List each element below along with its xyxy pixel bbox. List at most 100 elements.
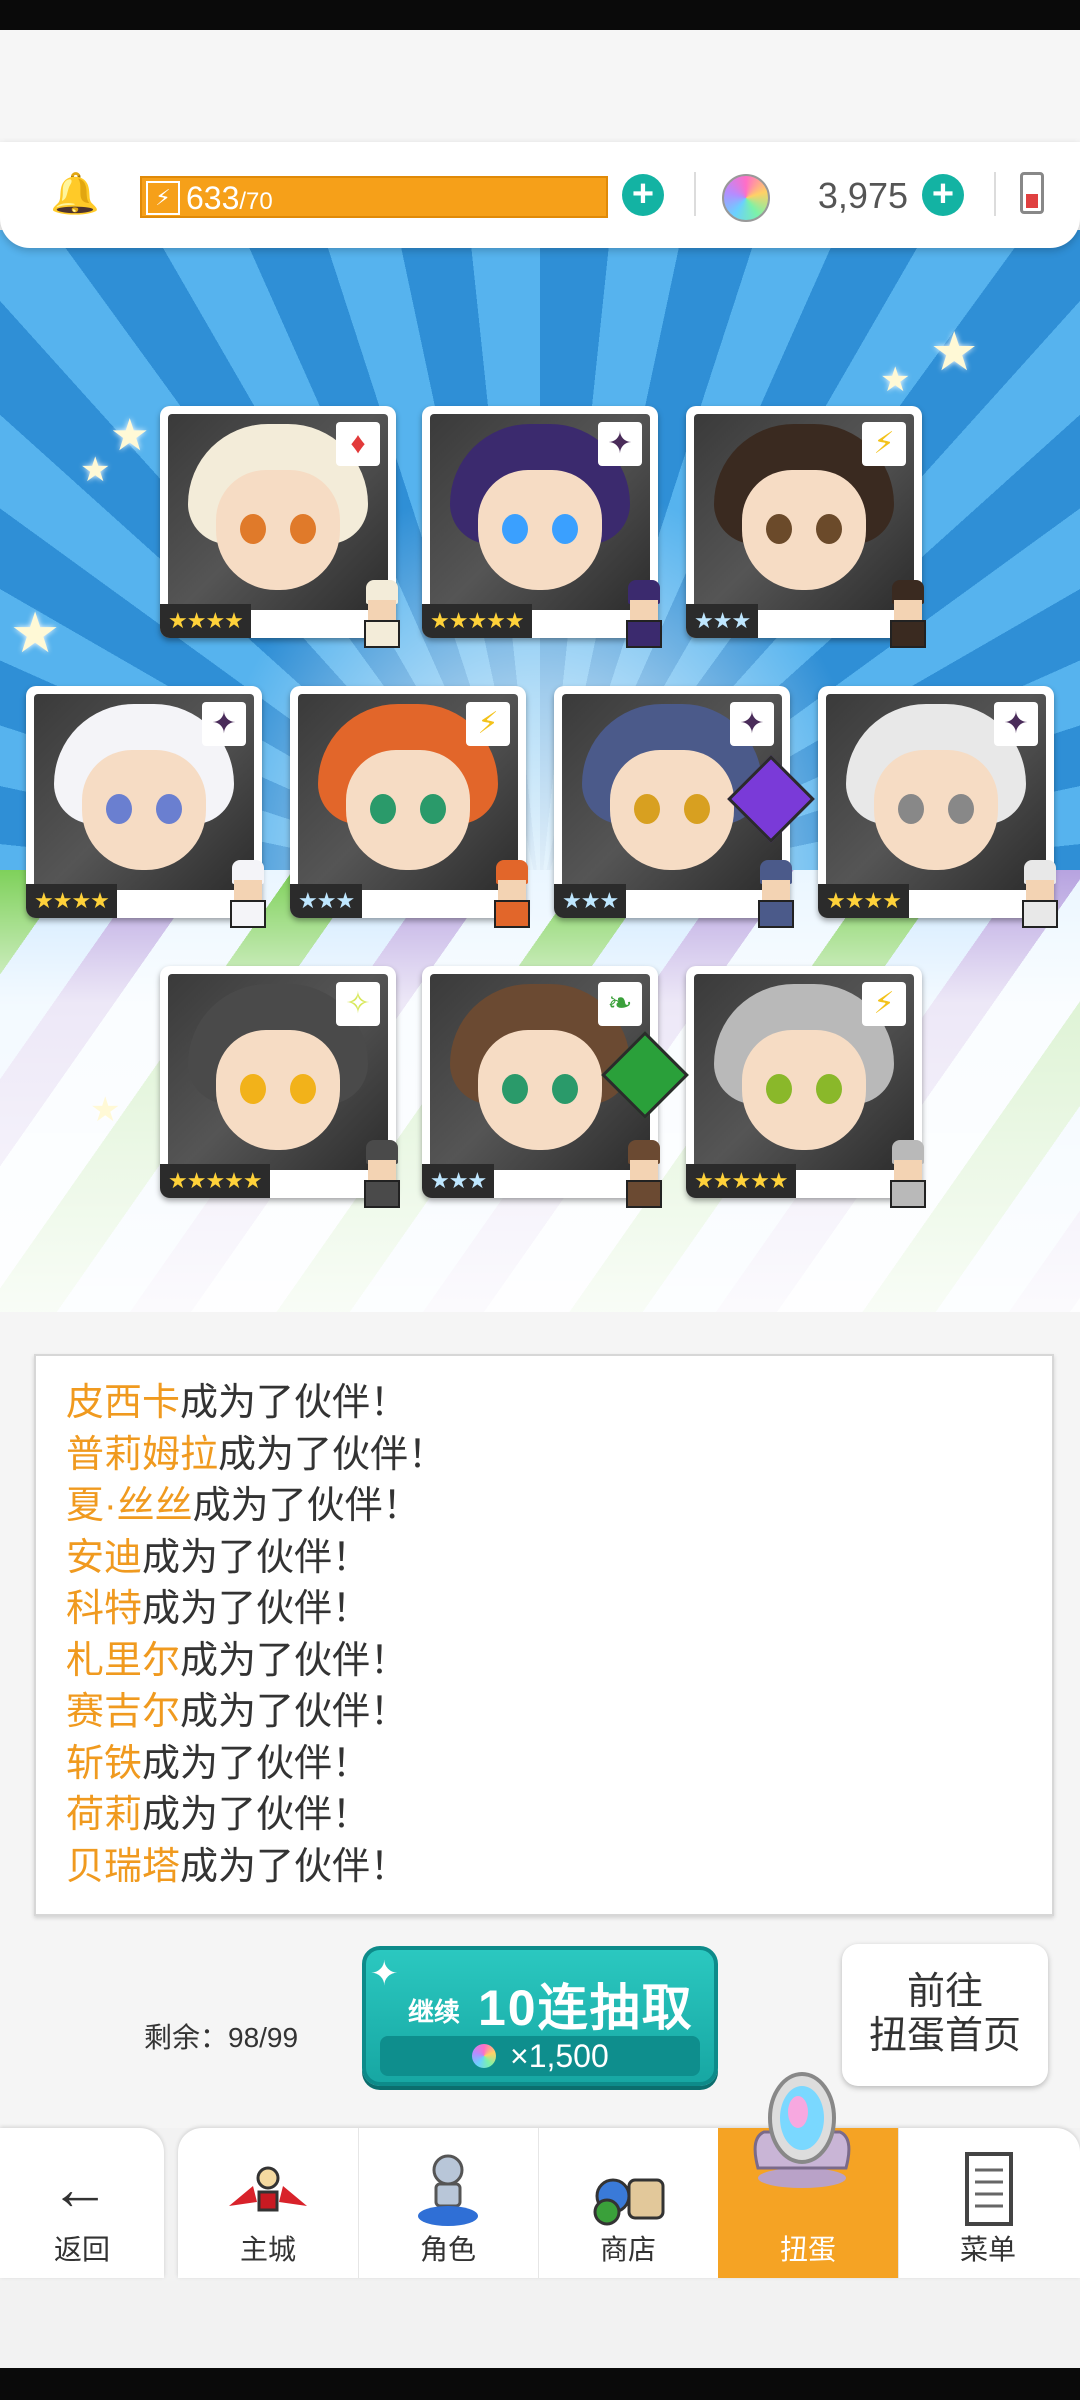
lightning-icon: ⚡ xyxy=(146,181,180,215)
tab-label: 主城 xyxy=(239,2234,296,2265)
goto-line-2: 扭蛋首页 xyxy=(868,2015,1021,2057)
pull-cost-amount: ×1,500 xyxy=(510,2038,609,2074)
dark-element-icon: ✦ xyxy=(598,422,642,466)
sprite-face xyxy=(1026,880,1054,900)
portrait-eye xyxy=(106,794,132,824)
gem-icon xyxy=(472,2044,496,2068)
portrait-eye xyxy=(816,514,842,544)
message-line: 安迪成为了伙伴！ xyxy=(66,1533,446,1585)
back-arrow-icon: ← xyxy=(50,2155,110,2222)
pixel-sprite xyxy=(354,580,410,650)
sprite-face xyxy=(762,880,790,900)
portrait-face xyxy=(874,750,998,870)
new-companions-log[interactable]: 皮西卡成为了伙伴！ 普莉姆拉成为了伙伴！ 夏·丝丝成为了伙伴！ 安迪成为了伙伴！ 科特成… xyxy=(34,1354,1054,1916)
diamond-element-icon: ♦ xyxy=(336,422,380,466)
character-card[interactable]: ✦ ★★★★ xyxy=(818,686,1058,928)
message-line: 普莉姆拉成为了伙伴！ xyxy=(66,1430,446,1482)
companion-name: 夏·丝丝 xyxy=(66,1485,193,1527)
rarity-stars: ★★★★★ xyxy=(160,1164,270,1198)
bell-icon[interactable]: 🔔 xyxy=(50,172,100,216)
portrait-face xyxy=(742,1030,866,1150)
message-list: 皮西卡成为了伙伴！ 普莉姆拉成为了伙伴！ 夏·丝丝成为了伙伴！ 安迪成为了伙伴！ 科特成… xyxy=(66,1378,446,1893)
portrait-eye xyxy=(948,794,974,824)
dark-element-icon: ✦ xyxy=(202,702,246,746)
pixel-sprite xyxy=(484,860,540,930)
tab-main-city[interactable]: 主城 xyxy=(178,2128,359,2278)
gem-icon xyxy=(722,174,770,222)
character-card[interactable]: ⚡ ★★★ xyxy=(290,686,530,928)
rarity-stars: ★★★ xyxy=(422,1164,495,1198)
message-line: 皮西卡成为了伙伴！ xyxy=(66,1378,446,1430)
message-line: 夏·丝丝成为了伙伴！ xyxy=(66,1481,446,1533)
companion-name: 荷莉 xyxy=(66,1794,143,1836)
pixel-sprite xyxy=(616,580,672,650)
leaf-element-icon: ❧ xyxy=(598,982,642,1026)
message-line: 荷莉成为了伙伴！ xyxy=(66,1790,446,1842)
companion-name: 贝瑞塔 xyxy=(66,1845,181,1888)
divider xyxy=(994,172,996,216)
character-card[interactable]: ✧ ★★★★★ xyxy=(160,966,400,1208)
tab-menu[interactable]: 菜单 xyxy=(898,2128,1078,2278)
pixel-sprite xyxy=(220,860,276,930)
tab-shop[interactable]: 商店 xyxy=(538,2128,719,2278)
energy-bar: ⚡ 633/70 xyxy=(140,176,608,218)
sprite-body xyxy=(364,1180,400,1208)
tab-label: 角色 xyxy=(419,2234,476,2265)
shop-icon xyxy=(593,2178,665,2226)
pixel-sprite xyxy=(748,860,804,930)
top-spacer xyxy=(0,30,1080,150)
rarity-stars: ★★★★ xyxy=(160,604,251,638)
sprite-body xyxy=(494,900,530,928)
gacha-mirror-icon xyxy=(753,2072,851,2188)
sprite-body xyxy=(626,620,662,648)
pixel-sprite xyxy=(880,580,936,650)
back-button[interactable]: ← 返回 xyxy=(0,2128,164,2278)
portrait-eye xyxy=(766,514,792,544)
sparkle-icon: ✦ xyxy=(370,1955,399,1993)
goto-gacha-home-button[interactable]: 前往 扭蛋首页 xyxy=(842,1944,1048,2086)
companion-name: 斩铁 xyxy=(66,1742,143,1785)
tab-characters[interactable]: 角色 xyxy=(358,2128,539,2278)
portrait-eye xyxy=(898,794,924,824)
character-card[interactable]: ⚡ ★★★ xyxy=(686,406,926,648)
character-card[interactable]: ♦ ★★★★ xyxy=(160,406,400,648)
rarity-stars: ★★★★ xyxy=(26,884,117,918)
status-bar xyxy=(0,0,1080,30)
gem-count: 3,975 xyxy=(817,175,908,216)
remaining-count: 剩余：98/99 xyxy=(144,2022,299,2053)
lightning-element-icon: ⚡ xyxy=(862,982,906,1026)
sprite-body xyxy=(626,1180,662,1208)
companion-name: 札里尔 xyxy=(66,1639,181,1682)
character-card[interactable]: ⚡ ★★★★★ xyxy=(686,966,926,1208)
lightning-element-icon: ⚡ xyxy=(862,422,906,466)
pull-10-button[interactable]: ✦ 继续 10连抽取 ×1,500 xyxy=(362,1946,718,2086)
rarity-stars: ★★★★★ xyxy=(686,1164,796,1198)
add-gems-button[interactable]: + xyxy=(922,174,964,216)
portrait-eye xyxy=(502,1074,528,1104)
castle-icon xyxy=(229,2166,307,2212)
add-energy-button[interactable]: + xyxy=(622,174,664,216)
continue-label: 继续 xyxy=(408,1997,461,2027)
message-text: 成为了伙伴！ xyxy=(180,1382,409,1424)
portrait-eye xyxy=(684,794,710,824)
pixel-sprite xyxy=(880,1140,936,1210)
sprite-face xyxy=(894,1160,922,1180)
character-card[interactable]: ✦ ★★★★ xyxy=(26,686,266,928)
sprite-body xyxy=(364,620,400,648)
portrait-eye xyxy=(290,514,316,544)
portrait-eye xyxy=(240,1074,266,1104)
character-card[interactable]: ✦ ★★★★★ xyxy=(422,406,662,648)
top-hud: 🔔 ⚡ 633/70 + 3,975 + xyxy=(0,142,1080,248)
portrait-eye xyxy=(502,514,528,544)
sprite-face xyxy=(368,600,396,620)
divider xyxy=(694,172,696,216)
pixel-sprite xyxy=(1012,860,1068,930)
energy-max: /70 xyxy=(239,188,273,215)
sparkle-star-icon: ★ xyxy=(80,451,111,489)
dark-element-icon: ✦ xyxy=(994,702,1038,746)
sprite-face xyxy=(630,1160,658,1180)
rarity-stars: ★★★ xyxy=(554,884,627,918)
companion-name: 皮西卡 xyxy=(66,1382,181,1424)
pixel-sprite xyxy=(616,1140,672,1210)
message-text: 成为了伙伴！ xyxy=(142,1742,371,1785)
